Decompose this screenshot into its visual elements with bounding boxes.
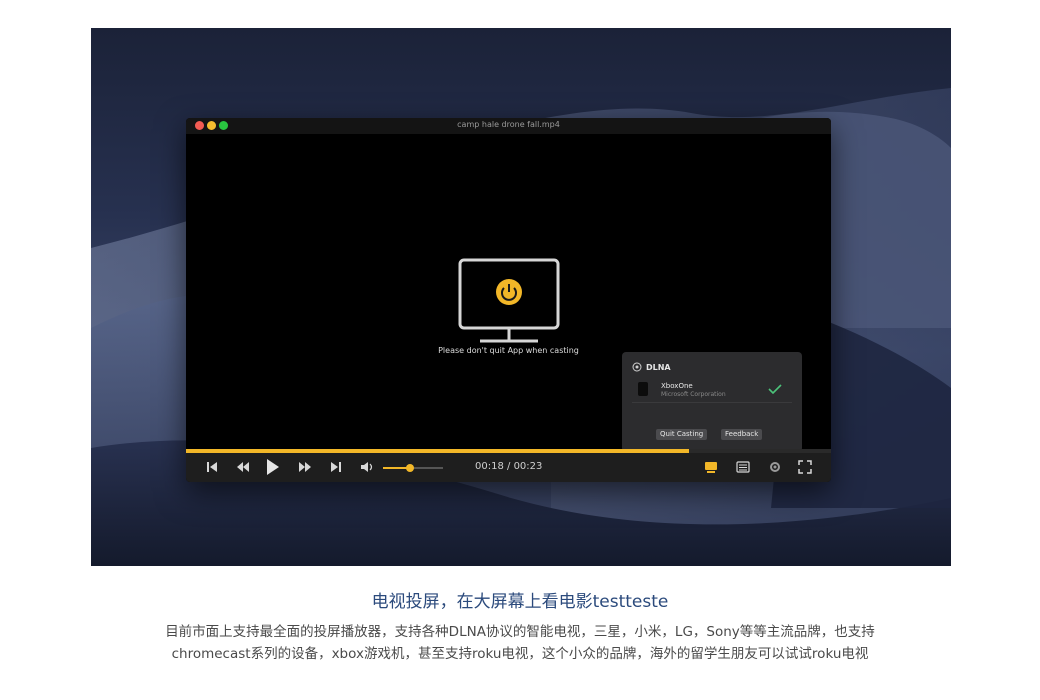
device-list-item[interactable]: XboxOne Microsoft Corporation	[632, 378, 792, 403]
feedback-button[interactable]: Feedback	[721, 429, 763, 440]
skip-forward-icon[interactable]	[330, 460, 342, 474]
section-description: 目前市面上支持最全面的投屏播放器，支持各种DLNA协议的智能电视，三星，小米，L…	[0, 621, 1040, 665]
dlna-popover: DLNA XboxOne Microsoft Corporation Quit …	[622, 352, 802, 452]
fullscreen-icon[interactable]	[798, 460, 812, 474]
cast-icon[interactable]	[704, 460, 718, 474]
quit-casting-button[interactable]: Quit Casting	[656, 429, 708, 440]
checkmark-icon	[768, 384, 782, 394]
section-heading: 电视投屏，在大屏幕上看电影testteste	[371, 592, 669, 612]
playlist-icon[interactable]	[736, 460, 750, 474]
tv-cast-icon	[458, 258, 560, 343]
settings-icon[interactable]	[768, 460, 782, 474]
dlna-title: DLNA	[646, 362, 671, 372]
hero-image: camp hale drone fall.mp4 Please don't qu…	[91, 28, 951, 566]
device-manufacturer: Microsoft Corporation	[661, 391, 726, 398]
fast-forward-icon[interactable]	[298, 460, 312, 474]
volume-slider[interactable]	[383, 464, 443, 472]
volume-icon[interactable]	[360, 460, 374, 474]
time-display: 00:18 / 00:23	[475, 461, 542, 472]
description-line-2: chromecast系列的设备，xbox游戏机，甚至支持roku电视，这个小众的…	[171, 646, 869, 662]
xbox-device-icon	[638, 382, 648, 396]
skip-back-icon[interactable]	[206, 460, 218, 474]
title-bar: camp hale drone fall.mp4	[186, 118, 831, 134]
rewind-icon[interactable]	[236, 460, 250, 474]
player-window: camp hale drone fall.mp4 Please don't qu…	[186, 118, 831, 482]
current-time: 00:18	[475, 461, 504, 472]
window-title: camp hale drone fall.mp4	[457, 120, 560, 129]
description-line-1: 目前市面上支持最全面的投屏播放器，支持各种DLNA协议的智能电视，三星，小米，L…	[165, 624, 875, 640]
control-bar: 00:18 / 00:23	[186, 453, 831, 482]
volume-slider-knob[interactable]	[406, 464, 414, 472]
dlna-icon	[632, 362, 642, 372]
time-separator: /	[503, 461, 514, 472]
dlna-header: DLNA	[632, 362, 671, 372]
device-name: XboxOne	[661, 382, 693, 390]
play-icon[interactable]	[266, 458, 280, 476]
total-time: 00:23	[513, 461, 543, 472]
